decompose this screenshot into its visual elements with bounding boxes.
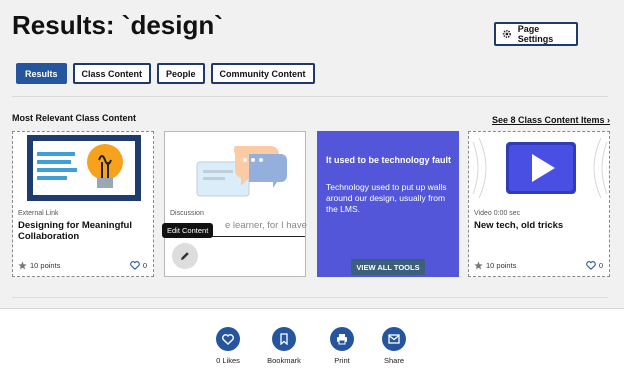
card-thumbnail <box>469 132 609 204</box>
content-card[interactable]: External Link Designing for Meaningful C… <box>12 131 154 277</box>
tab-people[interactable]: People <box>157 63 205 84</box>
content-card[interactable]: Video 0:00 sec New tech, old tricks 10 p… <box>468 131 610 277</box>
see-all-link[interactable]: See 8 Class Content Items › <box>492 115 610 125</box>
like-count: 0 <box>598 261 603 270</box>
promo-card[interactable]: It used to be technology fault Technolog… <box>317 131 459 277</box>
tab-results[interactable]: Results <box>16 63 67 84</box>
card-points: 10 points <box>18 261 60 270</box>
promo-heading: It used to be technology fault <box>326 155 452 165</box>
share-circle <box>382 327 406 351</box>
tab-class-content[interactable]: Class Content <box>72 63 152 84</box>
card-title[interactable]: Designing for Meaningful Collaboration <box>18 220 150 242</box>
points-label: 10 points <box>486 261 517 270</box>
card-type: External Link <box>18 210 59 217</box>
bookmark-action[interactable]: Bookmark <box>254 327 314 365</box>
bookmark-circle <box>272 327 296 351</box>
print-label: Print <box>334 356 350 365</box>
divider <box>12 297 608 298</box>
like-count: 0 <box>142 261 147 270</box>
divider <box>12 96 608 97</box>
star-icon <box>474 261 483 270</box>
tab-community-content[interactable]: Community Content <box>210 63 315 84</box>
mail-icon <box>388 334 400 344</box>
view-all-tools-button[interactable]: VIEW ALL TOOLS <box>351 259 425 275</box>
edit-content-button[interactable] <box>172 243 198 269</box>
card-title[interactable]: New tech, old tricks <box>474 220 606 231</box>
heart-icon <box>222 333 234 345</box>
share-action[interactable]: Share <box>364 327 424 365</box>
heart-icon <box>129 261 140 270</box>
promo-text: Technology used to put up walls around o… <box>326 182 447 214</box>
card-points: 10 points <box>474 261 516 270</box>
card-thumbnail <box>13 132 153 204</box>
card-type: Video 0:00 sec <box>474 210 521 217</box>
print-icon <box>337 334 347 345</box>
share-label: Share <box>383 356 404 365</box>
like-circle <box>216 327 240 351</box>
points-label: 10 points <box>30 261 61 270</box>
section-title: Most Relevant Class Content <box>12 113 137 123</box>
card-type: Discussion <box>170 210 204 217</box>
card-thumbnail <box>165 132 305 204</box>
action-bar: 0 Likes Bookmark Print Share <box>0 308 624 371</box>
pencil-icon <box>181 252 189 260</box>
card-like-button[interactable]: 0 <box>129 261 147 270</box>
like-label: 0 Likes <box>216 356 240 365</box>
card-like-button[interactable]: 0 <box>585 261 603 270</box>
results-tabs: Results Class Content People Community C… <box>16 63 315 84</box>
bookmark-label: Bookmark <box>267 356 301 365</box>
edit-tooltip: Edit Content <box>162 223 214 238</box>
star-icon <box>18 261 27 270</box>
print-circle <box>330 327 354 351</box>
gear-icon <box>502 29 511 39</box>
heart-icon <box>585 261 596 270</box>
page-settings-label: Page Settings <box>517 24 554 44</box>
print-action[interactable]: Print <box>312 327 372 365</box>
page-title: Results: `design` <box>12 10 223 40</box>
bookmark-icon <box>280 333 288 345</box>
page-settings-button[interactable]: Page Settings <box>494 22 578 46</box>
like-action[interactable]: 0 Likes <box>198 327 258 365</box>
